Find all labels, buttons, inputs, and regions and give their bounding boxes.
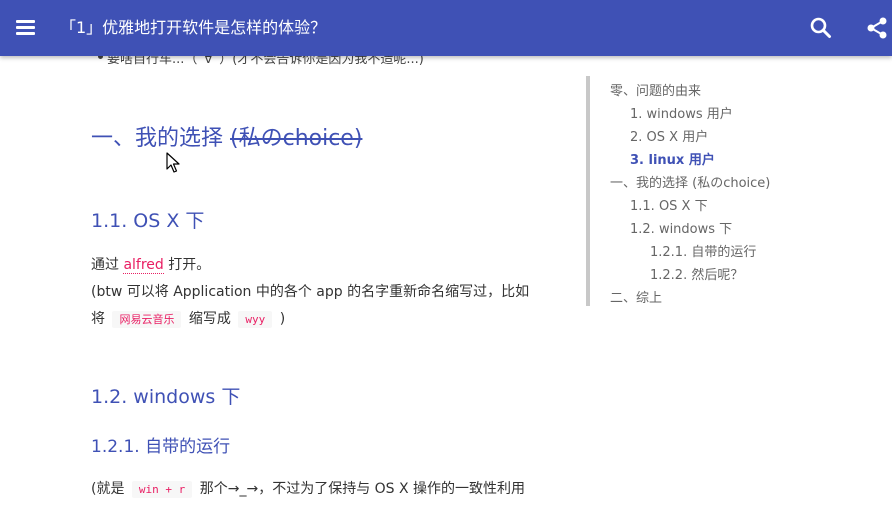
toc-item[interactable]: 1.2. windows 下 [630,218,732,237]
table-of-contents: 零、问题的由来 1. windows 用户 2. OS X 用户 3. linu… [586,76,846,306]
page-title: 「1」优雅地打开软件是怎样的体验？ [60,18,327,37]
toc-item[interactable]: 一、我的选择 (私のchoice) [610,172,770,191]
share-icon[interactable] [864,15,890,41]
paragraph-winr: (就是 win + r 那个→_→，不过为了保持与 OS X 操作的一致性利用 [91,481,526,498]
toc-item[interactable]: 1.2.2. 然后呢？ [650,264,743,283]
search-icon[interactable] [808,15,834,41]
article-content: 要啥自行车...（´∀`）(才不会告诉你是因为我不造呢...) 一、我的选择 (… [0,56,892,508]
menu-icon[interactable] [14,16,38,40]
section-heading-strikethrough: (私のchoice) [230,126,363,151]
paragraph-alfred: 通过 alfred 打开。 [91,257,211,274]
paragraph-btw-line2: 将 网易云音乐 缩写成 wyy ) [91,311,286,328]
alfred-link[interactable]: alfred [123,257,164,274]
mouse-pointer-icon [166,152,182,174]
toc-item-active[interactable]: 3. linux 用户 [630,149,715,168]
toc-item[interactable]: 2. OS X 用户 [630,126,708,145]
paragraph-btw-line1: (btw 可以将 Application 中的各个 app 的名字重新命名缩写过… [91,284,530,300]
list-item: 要啥自行车...（´∀`）(才不会告诉你是因为我不造呢...) [98,56,424,67]
toc-item[interactable]: 1. windows 用户 [630,103,733,122]
top-app-bar: 「1」优雅地打开软件是怎样的体验？ [0,0,892,56]
inline-code: wyy [238,311,273,328]
toc-item[interactable]: 零、问题的由来 [610,80,701,99]
inline-code: win + r [131,481,193,498]
toc-item[interactable]: 1.1. OS X 下 [630,195,708,214]
toc-item[interactable]: 二、综上 [610,287,662,306]
toc-item[interactable]: 1.2.1. 自带的运行 [650,241,756,260]
section-heading-main: 一、我的选择 [91,126,224,151]
section-heading-choice: 一、我的选择 (私のchoice) [91,120,362,152]
section-heading-builtin-run: 1.2.1. 自带的运行 [91,437,231,457]
inline-code: 网易云音乐 [112,311,182,328]
section-heading-windows: 1.2. windows 下 [91,386,241,408]
section-heading-osx: 1.1. OS X 下 [91,210,205,232]
